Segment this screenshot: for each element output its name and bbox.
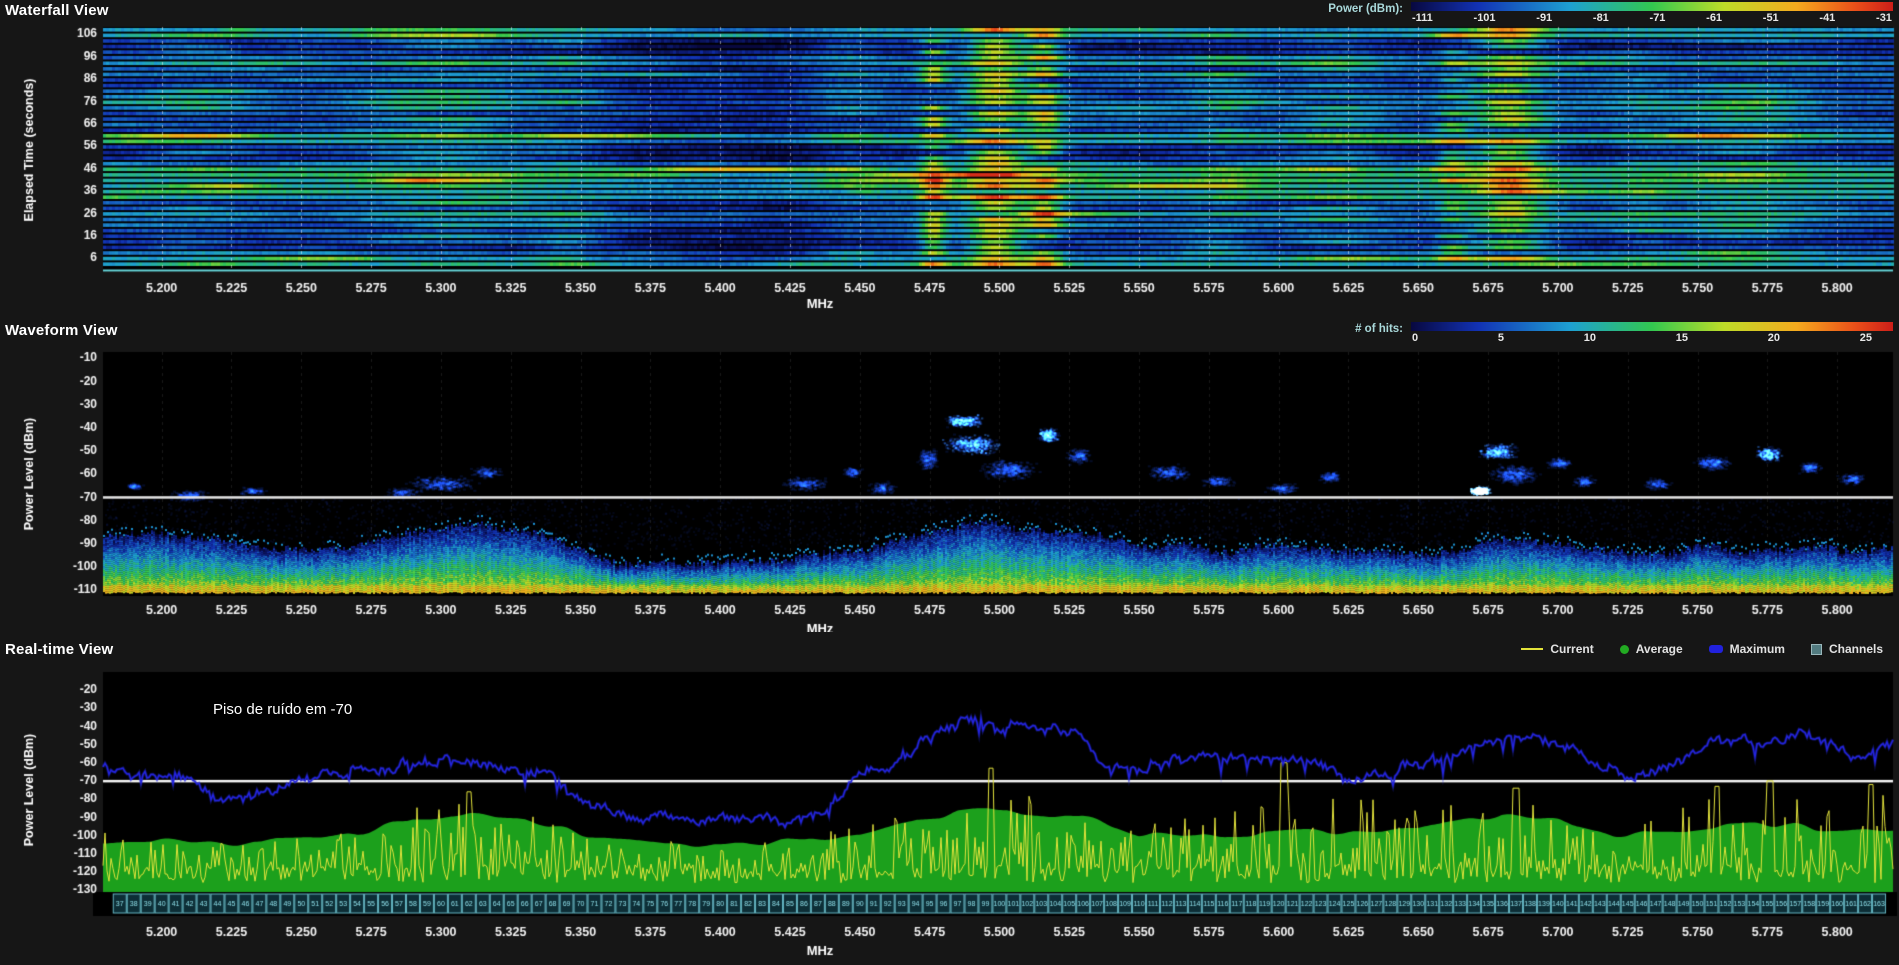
power-scale-tick: -31 [1876,12,1892,24]
legend-glyph-current [1521,648,1543,650]
legend-item-average: Average [1620,642,1683,656]
waterfall-panel: Waterfall View Power (dBm): -111-101-91-… [0,0,1899,320]
hits-scale-tick: 0 [1412,332,1418,344]
power-colorbar-ticks: -111 -101 -91 -81 -71 -61 -51 -41 -31 [1411,12,1893,24]
hits-colorbar: # of hits: 0 5 10 15 20 25 [1355,322,1893,344]
hits-colorbar-ticks: 0 5 10 15 20 25 [1411,332,1873,344]
realtime-header: Real-time View Current Average Maximum Chan… [0,632,1899,668]
realtime-title: Real-time View [5,641,113,658]
power-scale-tick: -61 [1706,12,1722,24]
waterfall-header: Waterfall View Power (dBm): -111-101-91-… [0,0,1899,24]
hits-colorbar-gradient [1411,322,1893,331]
legend-label: Maximum [1730,642,1785,656]
hits-scale-tick: 15 [1676,332,1688,344]
legend-item-channels: Channels [1811,642,1883,656]
waveform-panel: Waveform View # of hits: 0 5 10 15 20 25 [0,320,1899,632]
legend-label: Channels [1829,642,1883,656]
power-scale-tick: -101 [1474,12,1496,24]
legend-glyph-average [1620,645,1629,654]
realtime-legend: Current Average Maximum Channels [1521,641,1893,656]
waterfall-chart [0,24,1899,320]
legend-glyph-maximum [1709,645,1723,653]
hits-scale-tick: 5 [1498,332,1504,344]
legend-item-maximum: Maximum [1709,642,1785,656]
hits-colorbar-stack: 0 5 10 15 20 25 [1411,322,1893,344]
waveform-title: Waveform View [5,322,118,339]
power-scale-tick: -51 [1763,12,1779,24]
hits-scale-tick: 25 [1860,332,1872,344]
noise-floor-annotation: Piso de ruído em -70 [213,701,352,718]
legend-glyph-channels [1811,644,1822,655]
power-scale-tick: -71 [1650,12,1666,24]
hits-scale-tick: 10 [1584,332,1596,344]
power-scale-tick: -111 [1412,12,1433,24]
power-scale-tick: -41 [1819,12,1835,24]
realtime-panel: Real-time View Current Average Maximum Chan… [0,632,1899,965]
power-colorbar-stack: -111 -101 -91 -81 -71 -61 -51 -41 -31 [1411,2,1893,24]
waterfall-title: Waterfall View [5,2,109,19]
power-colorbar-label: Power (dBm): [1328,2,1403,24]
waveform-chart [0,346,1899,632]
power-scale-tick: -91 [1536,12,1552,24]
spectrum-analyzer-app: Waterfall View Power (dBm): -111-101-91-… [0,0,1899,965]
legend-label: Current [1550,642,1593,656]
hits-colorbar-label: # of hits: [1355,322,1403,344]
power-colorbar: Power (dBm): -111-101-91-81-71-61-51-41-… [1328,2,1893,24]
waveform-header: Waveform View # of hits: 0 5 10 15 20 25 [0,320,1899,346]
power-scale-tick: -81 [1593,12,1609,24]
legend-label: Average [1636,642,1683,656]
hits-scale-tick: 20 [1768,332,1780,344]
legend-item-current: Current [1521,642,1593,656]
power-colorbar-gradient [1411,2,1893,11]
